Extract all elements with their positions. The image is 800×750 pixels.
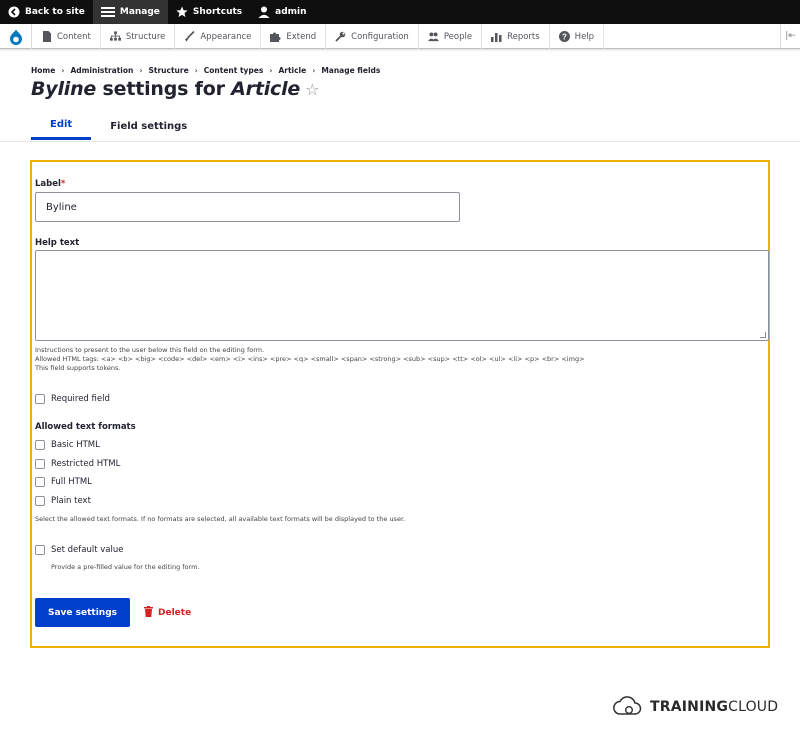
delete-label: Delete	[158, 607, 192, 618]
tray-label: Appearance	[200, 31, 252, 42]
format-checkbox[interactable]	[35, 440, 45, 450]
tray-label: Content	[57, 31, 91, 42]
breadcrumb-link[interactable]: Home	[31, 66, 55, 75]
cloud-icon	[612, 694, 642, 720]
delete-link[interactable]: Delete	[144, 598, 191, 627]
label-input[interactable]: Byline	[35, 192, 460, 222]
paintbrush-icon	[184, 31, 195, 42]
required-field-label: Required field	[51, 394, 110, 404]
back-arrow-icon	[8, 6, 20, 18]
manage-tab[interactable]: Manage	[92, 0, 168, 24]
format-checkbox-row[interactable]: Plain text	[35, 496, 91, 506]
breadcrumb-link[interactable]: Article	[278, 66, 306, 75]
tray-item-configuration[interactable]: Configuration	[326, 24, 419, 49]
field-settings-form: Label* Byline Help text Instructions to …	[30, 160, 770, 648]
breadcrumb-link[interactable]: Structure	[148, 66, 188, 75]
trainingcloud-logo: TRAININGCLOUD	[612, 694, 778, 720]
back-to-site-link[interactable]: Back to site	[0, 0, 93, 24]
star-icon	[176, 6, 188, 18]
wrench-icon	[335, 31, 346, 42]
local-tasks: Edit Field settings	[31, 112, 206, 142]
user-tab[interactable]: admin	[250, 0, 314, 24]
label-field-title: Label*	[35, 179, 66, 189]
tray-item-extend[interactable]: Extend	[261, 24, 327, 49]
user-label: admin	[275, 7, 307, 17]
tray-label: Help	[574, 31, 595, 42]
page-title: Byline settings for Article ☆	[31, 78, 319, 100]
drupal-logo-icon[interactable]	[0, 24, 32, 49]
format-checkbox[interactable]	[35, 496, 45, 506]
allowed-formats-title: Allowed text formats	[35, 422, 136, 432]
tab-field-settings[interactable]: Field settings	[91, 112, 206, 140]
format-checkbox[interactable]	[35, 477, 45, 487]
breadcrumb: Home › Administration › Structure › Content…	[31, 66, 381, 75]
back-to-site-label: Back to site	[25, 7, 85, 17]
tray-item-content[interactable]: Content	[32, 24, 101, 49]
tray-item-people[interactable]: People	[419, 24, 483, 49]
admin-tray: Content Structure Appearance Extend Conf…	[0, 24, 800, 49]
bar-chart-icon	[491, 31, 502, 42]
tabs-divider	[0, 141, 800, 142]
tray-label: Configuration	[351, 31, 409, 42]
required-field-checkbox[interactable]	[35, 394, 45, 404]
default-value-checkbox[interactable]	[35, 545, 45, 555]
format-label: Basic HTML	[51, 440, 100, 450]
breadcrumb-link[interactable]: Content types	[204, 66, 264, 75]
tray-label: Extend	[286, 31, 317, 42]
required-marker: *	[60, 179, 66, 189]
user-icon	[258, 6, 270, 18]
svg-text:?: ?	[562, 32, 567, 41]
breadcrumb-link[interactable]: Manage fields	[321, 66, 380, 75]
admin-toolbar: Back to site Manage Shortcuts admin	[0, 0, 800, 24]
shortcuts-tab[interactable]: Shortcuts	[168, 0, 250, 24]
trash-icon	[144, 605, 153, 620]
formats-description: Select the allowed text formats. If no f…	[35, 515, 406, 523]
resize-grip-icon[interactable]	[760, 332, 766, 338]
hamburger-icon	[100, 6, 115, 18]
tray-label: Reports	[507, 31, 540, 42]
save-settings-button[interactable]: Save settings	[35, 598, 130, 627]
format-checkbox-row[interactable]: Restricted HTML	[35, 459, 120, 469]
collapse-toolbar-icon[interactable]: |⇤	[780, 24, 800, 48]
manage-label: Manage	[119, 7, 160, 17]
help-text-textarea[interactable]	[35, 250, 769, 341]
brand-regular: CLOUD	[728, 699, 779, 715]
format-checkbox-row[interactable]: Basic HTML	[35, 440, 100, 450]
tray-item-appearance[interactable]: Appearance	[175, 24, 262, 49]
shortcuts-label: Shortcuts	[192, 7, 243, 17]
format-label: Full HTML	[51, 477, 92, 487]
help-icon: ?	[558, 31, 570, 42]
sitemap-icon	[109, 31, 121, 42]
required-field-checkbox-row[interactable]: Required field	[35, 394, 110, 404]
puzzle-icon	[270, 31, 281, 42]
tray-label: Structure	[125, 31, 166, 42]
tab-edit[interactable]: Edit	[31, 112, 92, 140]
star-shortcut-icon[interactable]: ☆	[305, 80, 319, 99]
tray-item-help[interactable]: ? Help	[550, 24, 605, 49]
help-text-title: Help text	[35, 238, 80, 248]
help-text-description: Instructions to present to the user belo…	[35, 346, 585, 372]
default-value-checkbox-row[interactable]: Set default value	[35, 545, 124, 555]
breadcrumb-link[interactable]: Administration	[70, 66, 133, 75]
tray-item-reports[interactable]: Reports	[482, 24, 550, 49]
people-icon	[427, 31, 439, 42]
tray-label: People	[443, 31, 473, 42]
title-field-name: Byline	[31, 78, 97, 100]
tray-item-structure[interactable]: Structure	[101, 24, 176, 49]
format-checkbox-row[interactable]: Full HTML	[35, 477, 92, 487]
file-icon	[41, 31, 52, 42]
brand-bold: TRAINING	[650, 699, 729, 715]
format-checkbox[interactable]	[35, 459, 45, 469]
title-middle: settings for	[96, 78, 232, 100]
default-value-label: Set default value	[51, 545, 124, 555]
format-label: Plain text	[51, 496, 91, 506]
title-bundle-name: Article	[231, 78, 301, 100]
format-label: Restricted HTML	[51, 459, 121, 469]
default-value-description: Provide a pre-filled value for the editi…	[51, 563, 200, 571]
